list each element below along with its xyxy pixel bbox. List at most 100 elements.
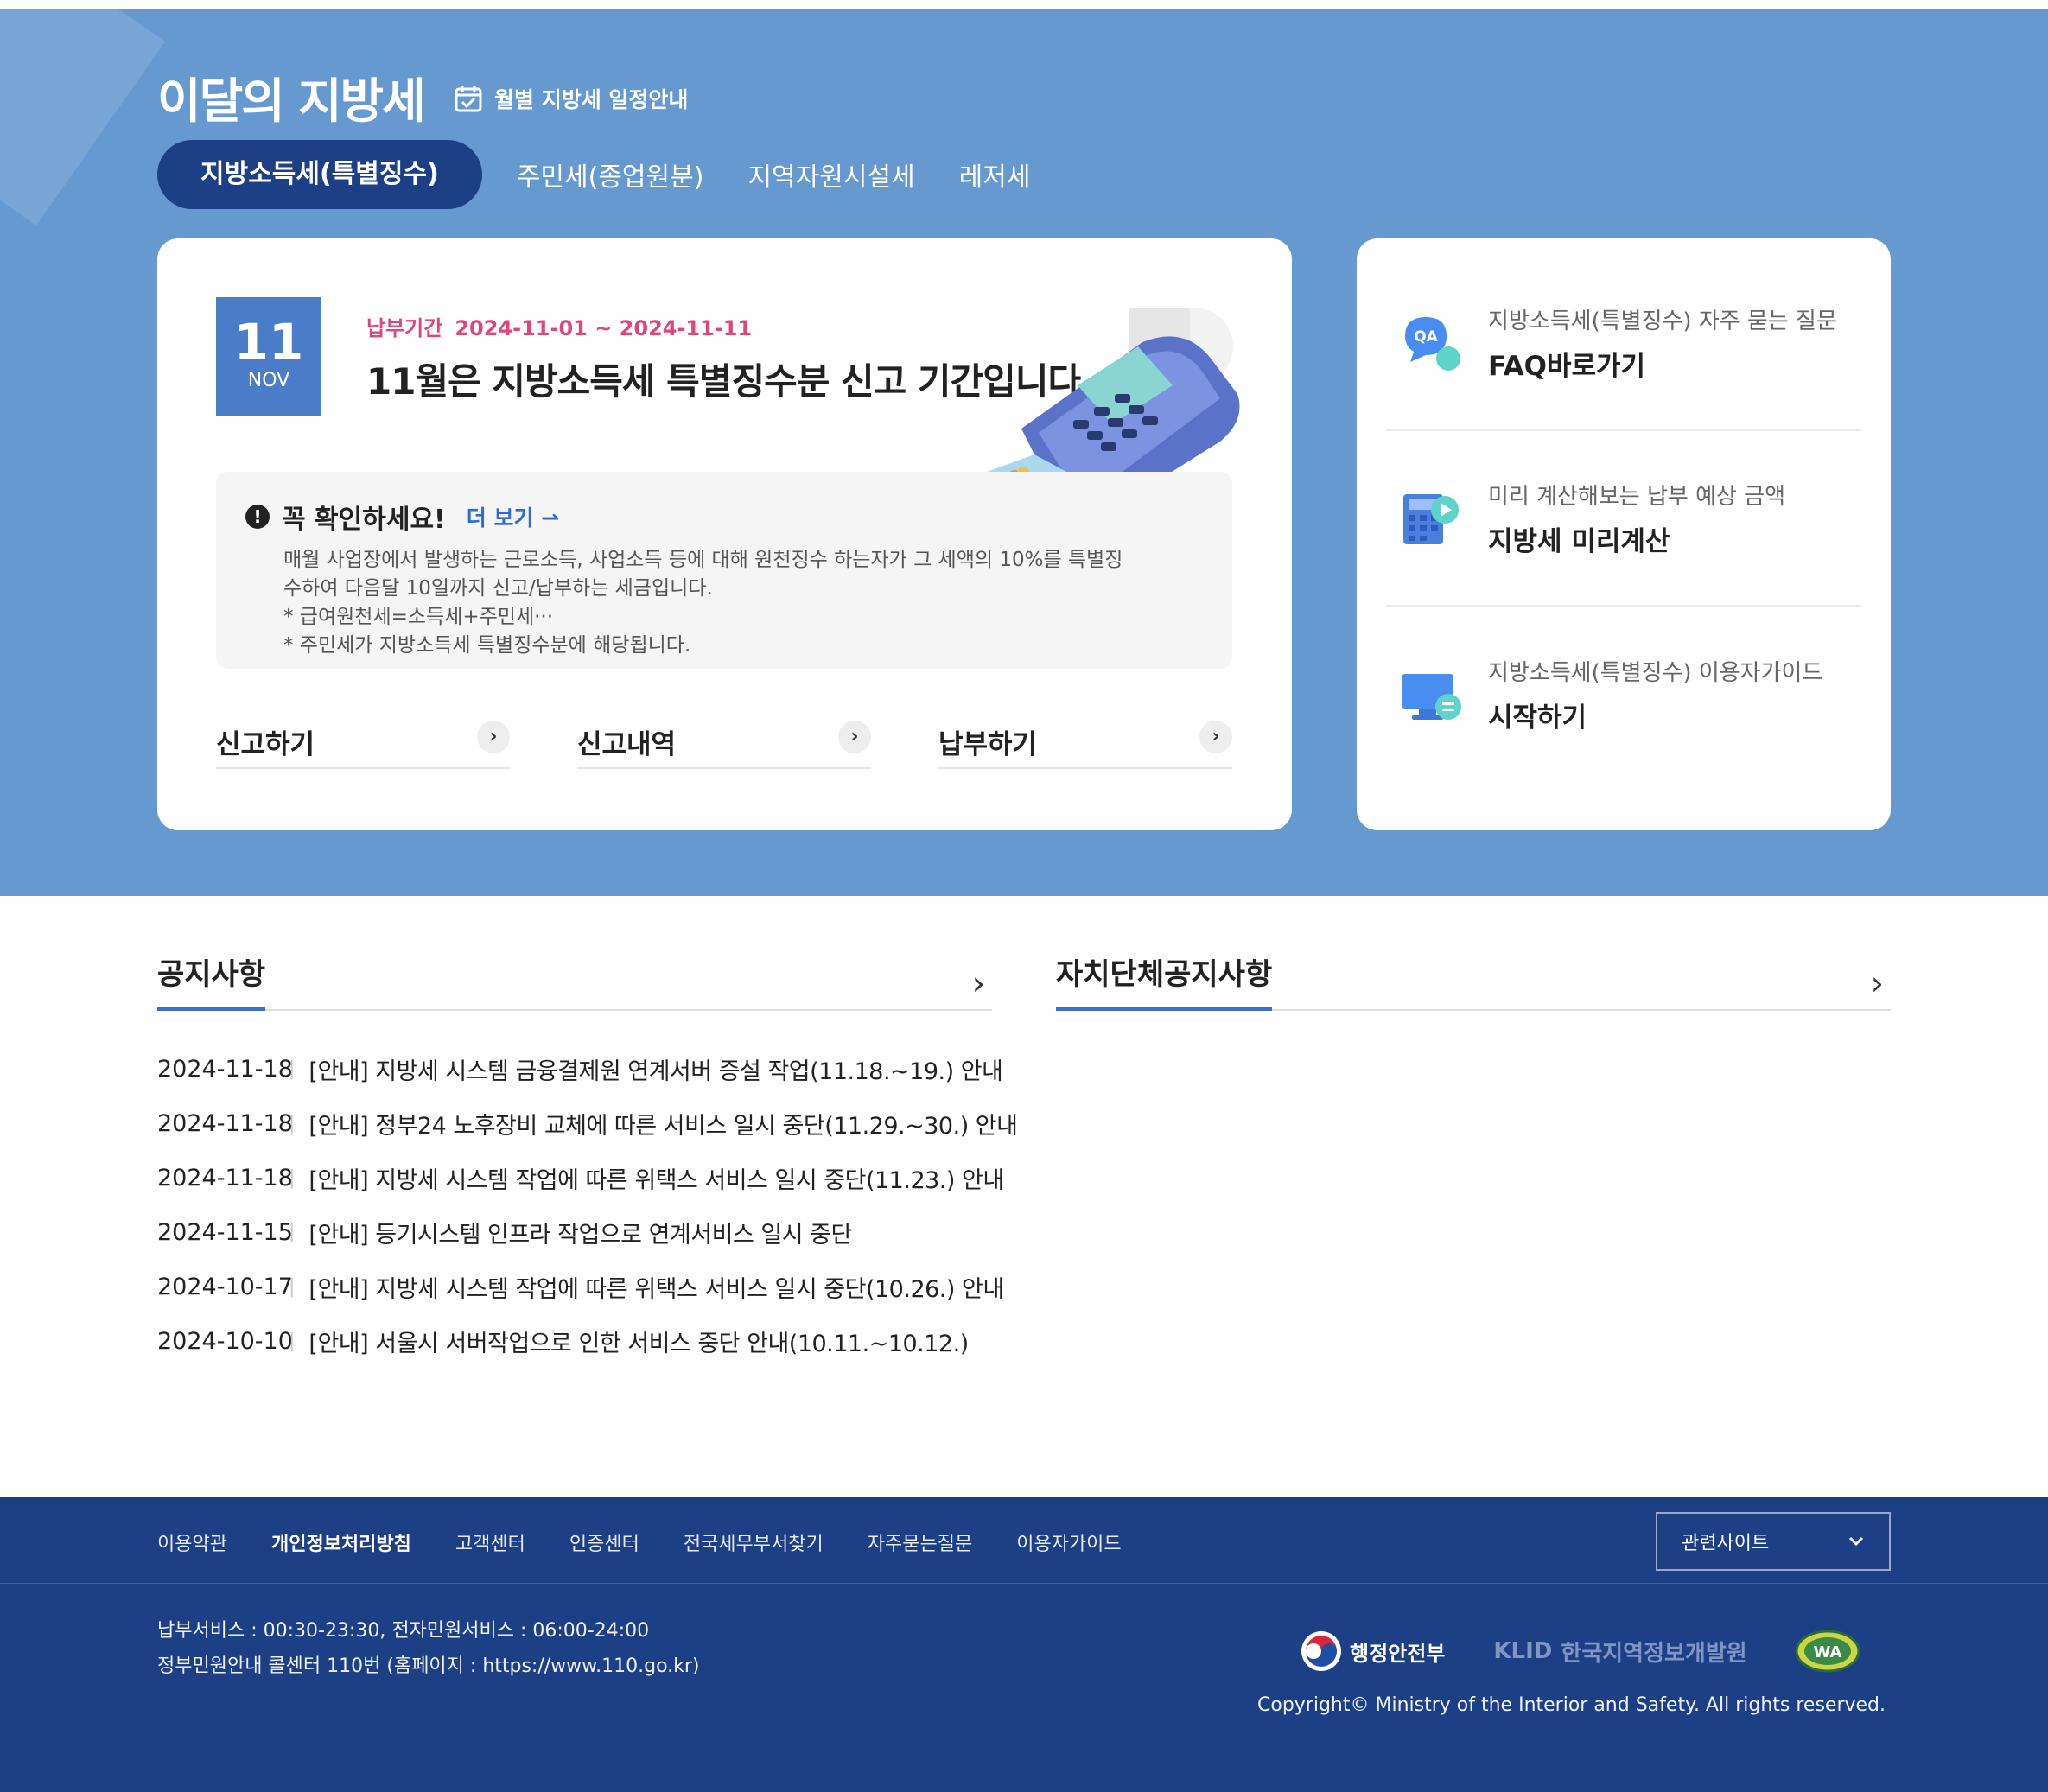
more-link[interactable]: 더 보기 ⇀ xyxy=(467,501,559,532)
monthly-schedule-label: 월별 지방세 일정안내 xyxy=(494,87,689,112)
footer-logos: 행정안전부 KLID 한국지역정보개발원 WA xyxy=(1300,1629,1861,1674)
notice-title: [안내] 지방세 시스템 작업에 따른 위택스 서비스 일시 중단(11.23.… xyxy=(308,1167,1004,1194)
user-guide-text: 지방소득세(특별징수) 이용자가이드 시작하기 xyxy=(1488,655,1822,734)
local-notice-board: 자치단체공지사항 › xyxy=(1056,950,1891,1011)
notice-list: 2024-11-18 | [안내] 지방세 시스템 금융결제원 연계서버 증설 작업… xyxy=(157,1042,1018,1369)
tab-regional-resource-tax[interactable]: 지역자원시설세 xyxy=(747,156,914,194)
must-check-body: 매월 사업장에서 발생하는 근로소득, 사업소득 등에 대해 원천징수 하는자가… xyxy=(283,546,1165,660)
must-check-title: 꼭 확인하세요! xyxy=(282,505,446,535)
payment-label: 납부하기 xyxy=(938,729,1038,760)
tab-leisure-tax[interactable]: 레저세 xyxy=(959,156,1031,194)
wa-mark-icon: WA xyxy=(1795,1630,1860,1673)
related-sites-label: 관련사이트 xyxy=(1682,1533,1770,1554)
hero-section: 이달의 지방세 월별 지방세 일정안내 지방소득세(특별징수) 주민세(종업원분… xyxy=(0,9,2048,896)
chevron-right-icon[interactable]: › xyxy=(1871,964,1884,1002)
hero-decoration xyxy=(0,9,166,226)
copyright: Copyright© Ministry of the Interior and … xyxy=(1257,1694,1886,1716)
calendar-check-icon xyxy=(455,86,482,112)
date-badge: 11 NOV xyxy=(216,297,321,416)
monthly-schedule-link[interactable]: 월별 지방세 일정안내 xyxy=(453,83,688,114)
separator: | xyxy=(289,1113,296,1134)
more-link-label: 더 보기 xyxy=(466,505,534,531)
user-guide-link[interactable]: 지방소득세(특별징수) 이용자가이드 시작하기 xyxy=(1386,607,1861,782)
notice-line: * 급여원천세=소득세+주민세··· xyxy=(283,606,554,628)
klid-mark: KLID xyxy=(1493,1638,1553,1664)
card-headline: 11월은 지방소득세 특별징수분 신고 기간입니다. xyxy=(366,360,1094,403)
notice-date: 2024-10-17 xyxy=(157,1274,293,1300)
payment-button[interactable]: 납부하기 › xyxy=(938,712,1232,769)
footer-link-faq[interactable]: 자주묻는질문 xyxy=(868,1528,972,1556)
chevron-right-icon: › xyxy=(477,721,510,753)
notice-item[interactable]: 2024-10-17 | [안내] 지방세 시스템 작업에 따른 위택스 서비스 일… xyxy=(157,1260,1004,1314)
svg-text:QA: QA xyxy=(1414,328,1438,346)
notice-board-header: 공지사항 › xyxy=(157,950,992,1011)
chevron-right-icon: › xyxy=(838,721,871,753)
tab-resident-tax[interactable]: 주민세(종업원분) xyxy=(517,156,704,194)
footer-link-user-guide[interactable]: 이용자가이드 xyxy=(1016,1528,1121,1556)
action-links: 신고하기 › 신고내역 › 납부하기 › xyxy=(216,712,1232,769)
user-guide-subtitle: 지방소득세(특별징수) 이용자가이드 xyxy=(1488,659,1823,686)
related-sites-select[interactable]: 관련사이트 xyxy=(1656,1512,1891,1571)
footer-links: 이용약관 개인정보처리방침 고객센터 인증센터 전국세무부서찾기 자주묻는질문 … xyxy=(157,1528,1166,1556)
klid-logo: KLID 한국지역정보개발원 xyxy=(1493,1636,1746,1668)
date-day: 11 xyxy=(233,313,304,372)
chevron-right-icon: › xyxy=(1199,721,1232,753)
period-label: 납부기간 xyxy=(366,316,443,340)
footer-link-certificate-center[interactable]: 인증센터 xyxy=(569,1528,639,1556)
report-history-label: 신고내역 xyxy=(577,729,677,760)
notice-date: 2024-11-18 xyxy=(157,1165,293,1191)
notice-board-title: 공지사항 xyxy=(157,950,266,1011)
notice-date: 2024-11-15 xyxy=(157,1219,293,1246)
taegeuk-icon xyxy=(1301,1631,1341,1671)
faq-subtitle: 지방소득세(특별징수) 자주 묻는 질문 xyxy=(1488,308,1837,334)
chevron-right-icon[interactable]: › xyxy=(972,964,985,1002)
pre-calc-text: 미리 계산해보는 납부 예상 금액 지방세 미리계산 xyxy=(1488,479,1785,558)
notice-title: [안내] 등기시스템 인프라 작업으로 연계서비스 일시 중단 xyxy=(308,1222,852,1249)
must-check-header: ! 꼭 확인하세요! 더 보기 ⇀ xyxy=(245,498,559,536)
footer-link-privacy[interactable]: 개인정보처리방침 xyxy=(271,1528,411,1556)
footer-link-tax-office-finder[interactable]: 전국세무부서찾기 xyxy=(684,1528,824,1556)
footer-link-terms[interactable]: 이용약관 xyxy=(157,1528,227,1556)
period-value: 2024-11-01 ~ 2024-11-11 xyxy=(455,316,753,340)
notice-line: 수하여 다음달 10일까지 신고/납부하는 세금입니다. xyxy=(283,577,713,600)
separator: | xyxy=(289,1276,296,1298)
local-notice-board-title: 자치단체공지사항 xyxy=(1056,950,1273,1011)
user-guide-title: 시작하기 xyxy=(1488,702,1587,734)
notice-item[interactable]: 2024-11-18 | [안내] 지방세 시스템 작업에 따른 위택스 서비스 일… xyxy=(157,1151,1004,1205)
notice-title: [안내] 서울시 서버작업으로 인한 서비스 중단 안내(10.11.~10.1… xyxy=(308,1331,969,1357)
notice-line: 매월 사업장에서 발생하는 근로소득, 사업소득 등에 대해 원천징수 하는자가… xyxy=(283,549,1123,571)
must-check-box: ! 꼭 확인하세요! 더 보기 ⇀ 매월 사업장에서 발생하는 근로소득, 사업… xyxy=(216,472,1232,669)
klid-logo-text: 한국지역정보개발원 xyxy=(1561,1640,1747,1667)
notice-date: 2024-11-18 xyxy=(157,1110,293,1137)
faq-link[interactable]: QA 지방소득세(특별징수) 자주 묻는 질문 FAQ바로가기 xyxy=(1386,256,1861,431)
local-notice-board-header: 자치단체공지사항 › xyxy=(1056,950,1891,1011)
tab-local-income-tax[interactable]: 지방소득세(특별징수) xyxy=(157,140,482,209)
separator: | xyxy=(289,1331,296,1352)
notice-item[interactable]: 2024-11-15 | [안내] 등기시스템 인프라 작업으로 연계서비스 일시 … xyxy=(157,1205,992,1260)
faq-text: 지방소득세(특별징수) 자주 묻는 질문 FAQ바로가기 xyxy=(1488,303,1837,383)
pre-calc-title: 지방세 미리계산 xyxy=(1488,525,1670,557)
pre-calc-link[interactable]: 미리 계산해보는 납부 예상 금액 지방세 미리계산 xyxy=(1386,431,1861,607)
report-history-button[interactable]: 신고내역 › xyxy=(577,712,871,769)
footer-link-customer-center[interactable]: 고객센터 xyxy=(455,1528,525,1556)
chevron-down-icon xyxy=(1848,1536,1864,1547)
mois-logo-text: 행정안전부 xyxy=(1350,1641,1446,1666)
page-title: 이달의 지방세 xyxy=(157,73,426,129)
notice-board: 공지사항 › 2024-11-18 | [안내] 지방세 시스템 금융결제원 연계서… xyxy=(157,950,1018,1369)
notice-date: 2024-10-10 xyxy=(157,1328,293,1355)
calculator-icon xyxy=(1403,493,1459,544)
wa-mark-text: WA xyxy=(1813,1643,1841,1662)
service-hours: 납부서비스 : 00:30-23:30, 전자민원서비스 : 06:00-24:… xyxy=(157,1620,650,1642)
notice-title: [안내] 지방세 시스템 금융결제원 연계서버 증설 작업(11.18.~19.… xyxy=(308,1058,1003,1085)
notice-item[interactable]: 2024-11-18 | [안내] 지방세 시스템 금융결제원 연계서버 증설 작업… xyxy=(157,1042,1003,1096)
qa-icon: QA xyxy=(1405,316,1460,371)
footer-nav-bar: 이용약관 개인정보처리방침 고객센터 인증센터 전국세무부서찾기 자주묻는질문 … xyxy=(0,1497,2048,1584)
service-hours-info: 납부서비스 : 00:30-23:30, 전자민원서비스 : 06:00-24:… xyxy=(157,1613,700,1684)
monitor-guide-icon xyxy=(1402,673,1461,720)
notice-item[interactable]: 2024-10-10 | [안내] 서울시 서버작업으로 인한 서비스 중단 안내(… xyxy=(157,1314,992,1369)
notice-title: [안내] 정부24 노후장비 교체에 따른 서비스 일시 중단(11.29.~3… xyxy=(308,1113,1018,1140)
notice-item[interactable]: 2024-11-18 | [안내] 정부24 노후장비 교체에 따른 서비스 일시 … xyxy=(157,1096,1018,1151)
pre-calc-subtitle: 미리 계산해보는 납부 예상 금액 xyxy=(1488,483,1786,510)
report-button[interactable]: 신고하기 › xyxy=(216,712,510,769)
date-month: NOV xyxy=(247,370,290,391)
